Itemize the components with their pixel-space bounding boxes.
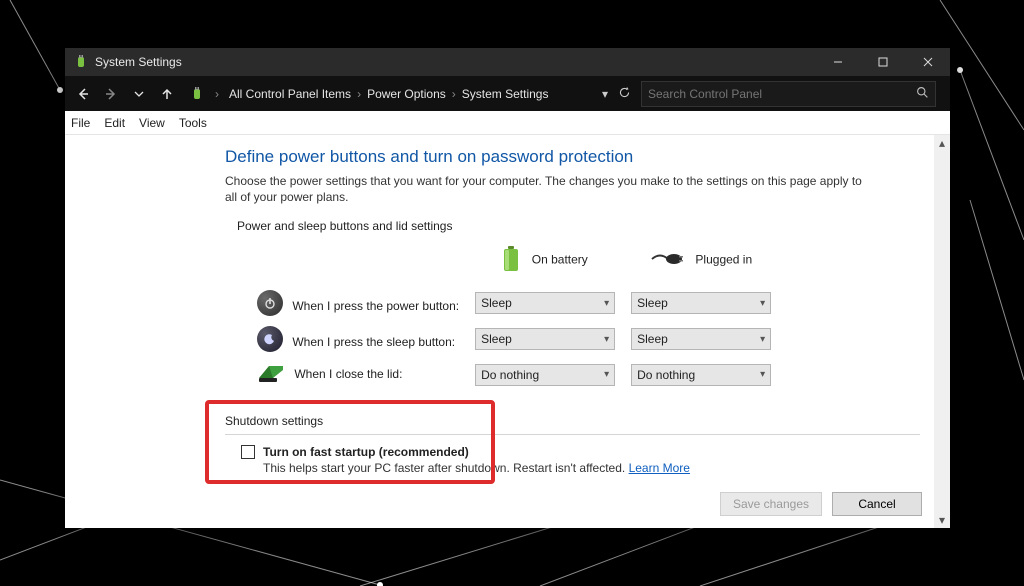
breadcrumb-item[interactable]: All Control Panel Items (229, 87, 351, 101)
system-settings-window: System Settings › All Control Panel Item… (65, 48, 950, 528)
page-body: Define power buttons and turn on passwor… (65, 135, 950, 487)
fast-startup-checkbox[interactable] (241, 445, 255, 459)
app-icon (73, 54, 89, 70)
column-header-battery: On battery (532, 253, 588, 267)
chevron-right-icon: › (357, 87, 361, 101)
row-label: When I press the sleep button: (292, 335, 455, 349)
menubar: File Edit View Tools (65, 111, 950, 135)
cancel-button[interactable]: Cancel (832, 492, 922, 516)
search-input[interactable] (648, 87, 916, 101)
search-icon[interactable] (916, 86, 929, 102)
content-area: Define power buttons and turn on passwor… (65, 135, 950, 528)
close-button[interactable] (905, 48, 950, 76)
lid-battery-select[interactable]: Do nothing▾ (475, 364, 615, 386)
refresh-icon[interactable] (618, 86, 631, 102)
lid-icon (257, 362, 285, 387)
plug-icon (650, 250, 684, 271)
power-button-plugged-select[interactable]: Sleep▾ (631, 292, 771, 314)
dialog-buttons: Save changes Cancel (720, 492, 922, 516)
menu-view[interactable]: View (139, 116, 165, 130)
titlebar: System Settings (65, 48, 950, 76)
chevron-down-icon: ▾ (604, 369, 609, 380)
menu-edit[interactable]: Edit (104, 116, 125, 130)
power-button-battery-select[interactable]: Sleep▾ (475, 292, 615, 314)
breadcrumb: All Control Panel Items › Power Options … (229, 87, 548, 101)
vertical-scrollbar[interactable]: ▴ ▾ (934, 135, 950, 528)
learn-more-link[interactable]: Learn More (629, 461, 690, 475)
sleep-button-battery-select[interactable]: Sleep▾ (475, 328, 615, 350)
scroll-down-icon[interactable]: ▾ (934, 512, 950, 528)
chevron-right-icon: › (215, 87, 219, 101)
power-button-icon (257, 290, 283, 316)
chevron-down-icon: ▾ (604, 298, 609, 309)
fast-startup-label: Turn on fast startup (recommended) (263, 445, 469, 459)
column-header-plugged: Plugged in (695, 253, 752, 267)
sleep-button-icon (257, 326, 283, 352)
recent-dropdown-icon[interactable] (127, 80, 151, 108)
fast-startup-help: This helps start your PC faster after sh… (263, 461, 920, 475)
location-icon (189, 86, 205, 102)
search-box[interactable] (641, 81, 936, 107)
lid-plugged-select[interactable]: Do nothing▾ (631, 364, 771, 386)
chevron-down-icon: ▾ (604, 334, 609, 345)
divider (225, 434, 920, 435)
back-button[interactable] (71, 80, 95, 108)
window-controls (815, 48, 950, 76)
maximize-button[interactable] (860, 48, 905, 76)
shutdown-section-title: Shutdown settings (225, 414, 920, 428)
breadcrumb-item[interactable]: Power Options (367, 87, 446, 101)
forward-button[interactable] (99, 80, 123, 108)
battery-icon (502, 246, 520, 275)
chevron-down-icon: ▾ (760, 334, 765, 345)
page-heading: Define power buttons and turn on passwor… (225, 147, 920, 167)
chevron-down-icon: ▾ (760, 298, 765, 309)
chevron-down-icon: ▾ (760, 369, 765, 380)
menu-file[interactable]: File (71, 116, 90, 130)
power-settings-grid: On battery Plugged in When I pr (249, 241, 779, 392)
navbar: › All Control Panel Items › Power Option… (65, 76, 950, 111)
address-dropdown-icon[interactable]: ▾ (602, 87, 608, 101)
row-label: When I press the power button: (292, 299, 459, 313)
window-title: System Settings (95, 55, 182, 69)
chevron-right-icon: › (452, 87, 456, 101)
up-button[interactable] (155, 80, 179, 108)
sleep-button-plugged-select[interactable]: Sleep▾ (631, 328, 771, 350)
page-subtitle: Choose the power settings that you want … (225, 173, 865, 205)
row-label: When I close the lid: (294, 367, 402, 381)
breadcrumb-item[interactable]: System Settings (462, 87, 549, 101)
menu-tools[interactable]: Tools (179, 116, 207, 130)
shutdown-settings-section: Shutdown settings Turn on fast startup (… (225, 414, 920, 475)
minimize-button[interactable] (815, 48, 860, 76)
section-label: Power and sleep buttons and lid settings (237, 219, 920, 233)
scroll-up-icon[interactable]: ▴ (934, 135, 950, 151)
save-changes-button[interactable]: Save changes (720, 492, 822, 516)
